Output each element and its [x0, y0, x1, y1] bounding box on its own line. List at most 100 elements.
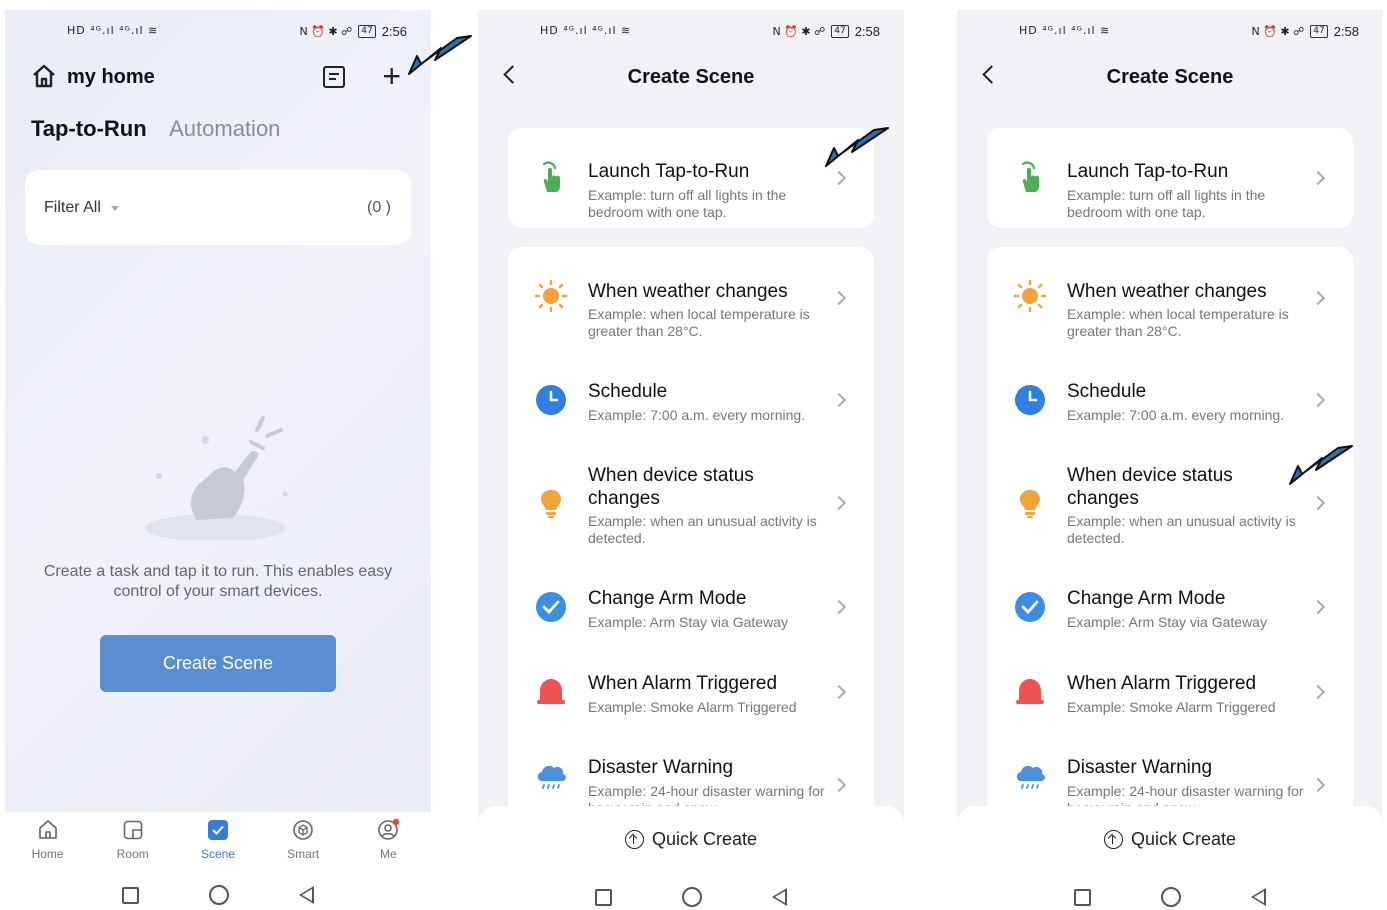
- nav-me-label: Me: [380, 847, 397, 861]
- condition-desc: Example: when local temperature is great…: [588, 306, 810, 339]
- launch-card[interactable]: Launch Tap-to-Run Example: turn off all …: [508, 128, 874, 228]
- tab-tap-to-run[interactable]: Tap-to-Run: [31, 116, 147, 142]
- condition-title: Schedule: [588, 381, 668, 402]
- status-bar: HD ⁴ᴳ.ıl ⁴ᴳ.ıl ≋ N ⏰ ✱ ☍ 47 2:58: [478, 24, 904, 44]
- shield-check-icon: [536, 592, 566, 622]
- condition-desc: Example: Arm Stay via Gateway: [1067, 614, 1267, 630]
- tap-hand-icon: [1021, 161, 1039, 192]
- condition-title: Change Arm Mode: [1067, 588, 1226, 609]
- system-nav: [957, 872, 1383, 910]
- scene-log-icon[interactable]: [323, 66, 345, 88]
- battery-icon: 47: [1310, 25, 1328, 38]
- status-icons: N ⏰ ✱ ☍: [1251, 25, 1305, 38]
- home-icon: [38, 820, 57, 839]
- home-circle-icon[interactable]: [1161, 887, 1181, 907]
- home-title[interactable]: my home: [67, 66, 155, 89]
- condition-desc: Example: 7:00 a.m. every morning.: [588, 407, 806, 423]
- page-title: Create Scene: [627, 66, 755, 88]
- filter-card: Filter All (0 ): [25, 170, 411, 245]
- pointer-arrow-icon: [1289, 445, 1353, 485]
- create-scene-button[interactable]: Create Scene: [100, 635, 336, 692]
- add-scene-button[interactable]: +: [382, 60, 401, 92]
- status-bar: HD ⁴ᴳ.ıl ⁴ᴳ.ıl ≋ N ⏰ ✱ ☍ 47 2:56: [5, 24, 431, 44]
- chevron-right-icon: [1310, 495, 1326, 511]
- nav-home-label: Home: [31, 847, 64, 861]
- bottom-nav: Home Room Scene Smart Me: [5, 812, 431, 872]
- room-icon: [123, 820, 143, 840]
- system-nav: [5, 870, 431, 910]
- condition-title: Change Arm Mode: [588, 588, 747, 609]
- condition-desc: Example: 7:00 a.m. every morning.: [1067, 407, 1285, 423]
- create-scene-header: Create Scene: [957, 62, 1383, 94]
- nav-smart[interactable]: Smart: [268, 812, 338, 872]
- clock-time: 2:58: [854, 24, 880, 39]
- launch-desc: Example: turn off all lights in the bedr…: [1067, 187, 1266, 220]
- shield-check-icon: [1015, 592, 1045, 622]
- screen-my-home: HD ⁴ᴳ.ıl ⁴ᴳ.ıl ≋ N ⏰ ✱ ☍ 47 2:56 my home…: [5, 10, 431, 910]
- recents-icon[interactable]: [122, 886, 139, 904]
- page-title: Create Scene: [1106, 66, 1234, 88]
- condition-title: Disaster Warning: [1067, 757, 1213, 778]
- nav-room-label: Room: [116, 847, 149, 861]
- battery-icon: 47: [358, 25, 376, 38]
- quick-create-label: Quick Create: [1130, 828, 1237, 849]
- battery-icon: 47: [831, 25, 849, 38]
- me-icon: [378, 818, 400, 840]
- upload-circle-icon: [1103, 829, 1123, 849]
- bulb-icon: [541, 490, 561, 518]
- status-icons: N ⏰ ✱ ☍: [299, 25, 353, 38]
- cloud-rain-icon: [537, 765, 566, 789]
- condition-title: Disaster Warning: [588, 757, 734, 778]
- nav-me[interactable]: Me: [353, 812, 423, 872]
- pointer-arrow-icon: [408, 35, 472, 75]
- back-icon[interactable]: [299, 886, 314, 904]
- home-circle-icon[interactable]: [682, 887, 702, 907]
- condition-title: When device status changes: [588, 465, 754, 509]
- quick-create-label: Quick Create: [651, 828, 758, 849]
- status-icons: N ⏰ ✱ ☍: [772, 25, 826, 38]
- caret-down-icon[interactable]: [111, 206, 119, 211]
- nav-smart-label: Smart: [287, 847, 320, 861]
- alarm-icon: [1016, 679, 1044, 704]
- condition-title: When Alarm Triggered: [1067, 673, 1257, 694]
- condition-desc: Example: when an unusual activity is det…: [1067, 513, 1296, 546]
- home-icon[interactable]: [31, 64, 57, 88]
- launch-title: Launch Tap-to-Run: [588, 161, 750, 182]
- nav-scene[interactable]: Scene: [183, 812, 253, 872]
- condition-title: Schedule: [1067, 381, 1147, 402]
- home-circle-icon[interactable]: [209, 885, 229, 905]
- tap-hand-icon: [542, 161, 560, 192]
- back-icon[interactable]: [1251, 888, 1266, 906]
- clock-icon: [1015, 385, 1045, 415]
- condition-card: When weather changes Example: when local…: [508, 247, 874, 847]
- tab-automation[interactable]: Automation: [169, 116, 280, 142]
- sun-icon: [1013, 279, 1047, 313]
- recents-icon[interactable]: [595, 888, 612, 906]
- filter-dropdown[interactable]: Filter All: [44, 199, 101, 217]
- create-scene-header: Create Scene: [478, 62, 904, 94]
- condition-desc: Example: Arm Stay via Gateway: [588, 614, 788, 630]
- condition-card: When weather changes Example: when local…: [987, 247, 1353, 847]
- chevron-right-icon: [1310, 777, 1326, 793]
- clock-time: 2:58: [1333, 24, 1359, 39]
- launch-desc: Example: turn off all lights in the bedr…: [588, 187, 787, 220]
- condition-title: When weather changes: [1067, 281, 1267, 302]
- condition-desc: Example: when an unusual activity is det…: [588, 513, 817, 546]
- system-nav: [478, 872, 904, 910]
- quick-create-bar[interactable]: Quick Create: [478, 806, 904, 872]
- nav-room[interactable]: Room: [98, 812, 168, 872]
- nav-scene-label: Scene: [200, 847, 235, 861]
- back-icon[interactable]: [772, 888, 787, 906]
- recents-icon[interactable]: [1074, 888, 1091, 906]
- cloud-rain-icon: [1016, 765, 1045, 789]
- signal-indicators: HD ⁴ᴳ.ıl ⁴ᴳ.ıl ≋: [67, 24, 159, 37]
- signal-indicators: HD ⁴ᴳ.ıl ⁴ᴳ.ıl ≋: [540, 24, 632, 37]
- condition-title: When device status changes: [1067, 465, 1233, 509]
- quick-create-bar[interactable]: Quick Create: [957, 806, 1383, 872]
- launch-card[interactable]: Launch Tap-to-Run Example: turn off all …: [987, 128, 1353, 228]
- scene-count: (0 ): [367, 199, 391, 216]
- condition-desc: Example: Smoke Alarm Triggered: [588, 699, 797, 715]
- nav-home[interactable]: Home: [13, 812, 83, 872]
- scene-icon: [207, 820, 228, 840]
- clock-icon: [536, 385, 566, 415]
